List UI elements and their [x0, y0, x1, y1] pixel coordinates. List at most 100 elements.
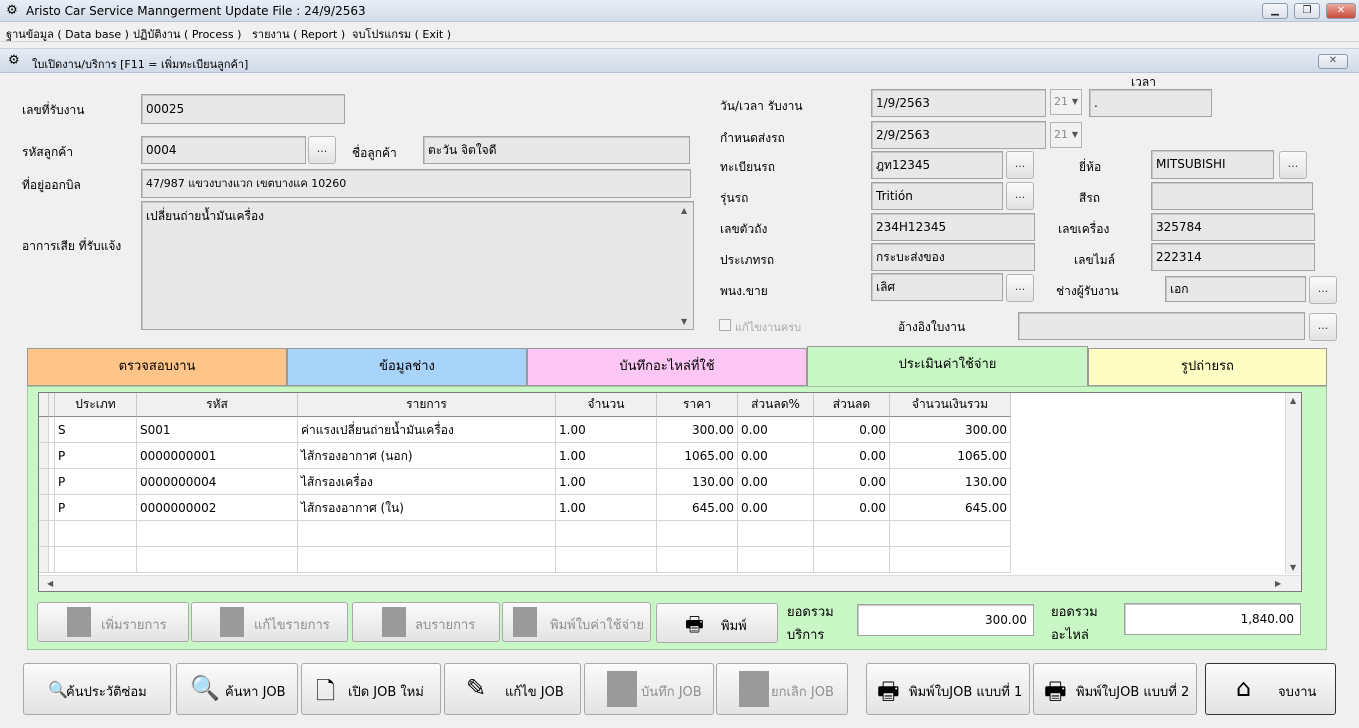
- edit-job-button[interactable]: ✎ แก้ไข JOB: [444, 663, 581, 715]
- row-selector[interactable]: [39, 469, 49, 495]
- reference-field[interactable]: [1018, 312, 1305, 340]
- receive-date-field[interactable]: 1/9/2563: [871, 89, 1046, 117]
- row-selector[interactable]: [39, 495, 49, 521]
- tab-car-photos[interactable]: รูปถ่ายรถ: [1088, 348, 1327, 386]
- col-header-discount-pct[interactable]: ส่วนลด%: [738, 393, 814, 417]
- cell-discount-pct[interactable]: 0.00: [738, 469, 814, 495]
- cell-qty[interactable]: 1.00: [556, 495, 657, 521]
- add-item-button[interactable]: เพิ่มรายการ: [37, 602, 189, 642]
- model-field[interactable]: Tritión: [871, 182, 1003, 210]
- cell-type[interactable]: [55, 521, 137, 547]
- menu-report[interactable]: รายงาน ( Report ): [252, 25, 345, 43]
- cell-type[interactable]: [55, 547, 137, 573]
- cell-item[interactable]: ไส้กรองอากาศ (นอก): [298, 443, 556, 469]
- save-job-button[interactable]: บันทึก JOB: [584, 663, 714, 715]
- cell-qty[interactable]: [556, 521, 657, 547]
- restore-button[interactable]: ❐: [1294, 3, 1320, 19]
- form-close-button[interactable]: ✕: [1318, 54, 1348, 69]
- cell-item[interactable]: ไส้กรองอากาศ (ใน): [298, 495, 556, 521]
- advisor-field[interactable]: เอก: [1165, 276, 1306, 302]
- cell-code[interactable]: 0000000001: [137, 443, 298, 469]
- print-button[interactable]: 🖶 พิมพ์: [656, 603, 778, 643]
- due-hour-combo[interactable]: 21 ▼: [1050, 122, 1082, 148]
- customer-code-field[interactable]: 0004: [141, 136, 306, 164]
- cell-code[interactable]: 0000000002: [137, 495, 298, 521]
- col-header-price[interactable]: ราคา: [657, 393, 738, 417]
- col-header-item[interactable]: รายการ: [298, 393, 556, 417]
- tab-technician[interactable]: ข้อมูลช่าง: [287, 348, 527, 386]
- textarea-scroll-up-icon[interactable]: ▲: [681, 206, 687, 215]
- grid-horizontal-scrollbar[interactable]: ◀ ▶: [39, 575, 1301, 591]
- customer-name-field[interactable]: ตะวัน จิตใจดี: [423, 136, 690, 164]
- receive-time-field[interactable]: .: [1089, 89, 1212, 117]
- due-date-field[interactable]: 2/9/2563: [871, 121, 1046, 149]
- cell-code[interactable]: 0000000004: [137, 469, 298, 495]
- grid-vertical-scrollbar[interactable]: ▲ ▼: [1285, 393, 1301, 574]
- new-job-button[interactable]: 🗋 เปิด JOB ใหม่: [301, 663, 441, 715]
- cell-code[interactable]: [137, 547, 298, 573]
- cell-discount[interactable]: 0.00: [814, 495, 890, 521]
- print-job-form2-button[interactable]: 🖶 พิมพ์ใบJOB แบบที่ 2: [1033, 663, 1197, 715]
- cell-qty[interactable]: 1.00: [556, 417, 657, 443]
- cell-price[interactable]: 1065.00: [657, 443, 738, 469]
- finish-job-button[interactable]: ⌂ จบงาน: [1205, 663, 1336, 715]
- cell-price[interactable]: [657, 521, 738, 547]
- cell-type[interactable]: S: [55, 417, 137, 443]
- row-selector[interactable]: [39, 443, 49, 469]
- textarea-scroll-down-icon[interactable]: ▼: [681, 317, 687, 326]
- salesperson-field[interactable]: เลิศ: [871, 273, 1003, 301]
- menu-database[interactable]: ฐานข้อมูล ( Data base ): [6, 25, 129, 43]
- scroll-left-icon[interactable]: ◀: [47, 579, 53, 588]
- col-header-type[interactable]: ประเภท: [55, 393, 137, 417]
- symptom-textarea[interactable]: เปลี่ยนถ่ายน้ำมันเครื่อง: [141, 201, 694, 330]
- cell-discount-pct[interactable]: [738, 521, 814, 547]
- cell-discount-pct[interactable]: 0.00: [738, 443, 814, 469]
- vehicle-type-field[interactable]: กระบะส่งของ: [871, 243, 1035, 271]
- tab-cost-estimate[interactable]: ประเมินค่าใช้จ่าย: [807, 346, 1088, 387]
- edit-item-button[interactable]: แก้ไขรายการ: [191, 602, 348, 642]
- cell-qty[interactable]: 1.00: [556, 469, 657, 495]
- cell-discount[interactable]: 0.00: [814, 469, 890, 495]
- row-selector[interactable]: [39, 521, 49, 547]
- cell-total[interactable]: [890, 521, 1011, 547]
- cell-discount-pct[interactable]: 0.00: [738, 417, 814, 443]
- tab-inspection[interactable]: ตรวจสอบงาน: [27, 348, 287, 386]
- cell-code[interactable]: S001: [137, 417, 298, 443]
- cell-type[interactable]: P: [55, 443, 137, 469]
- cell-price[interactable]: 130.00: [657, 469, 738, 495]
- cost-items-grid[interactable]: ประเภท รหัส รายการ จำนวน ราคา ส่วนลด% ส่…: [38, 392, 1302, 592]
- cell-code[interactable]: [137, 521, 298, 547]
- cell-price[interactable]: 300.00: [657, 417, 738, 443]
- cancel-job-button[interactable]: ยกเลิก JOB: [716, 663, 848, 715]
- plate-lookup-button[interactable]: ...: [1006, 151, 1034, 179]
- scroll-right-icon[interactable]: ▶: [1275, 579, 1281, 588]
- scroll-up-icon[interactable]: ▲: [1290, 396, 1296, 405]
- chassis-field[interactable]: 234H12345: [871, 213, 1035, 241]
- cell-discount[interactable]: [814, 521, 890, 547]
- cell-qty[interactable]: 1.00: [556, 443, 657, 469]
- minimize-button[interactable]: ▁: [1262, 3, 1288, 19]
- billing-address-field[interactable]: 47/987 แขวงบางแวก เขตบางแค 10260: [141, 169, 691, 198]
- model-lookup-button[interactable]: ...: [1006, 182, 1034, 210]
- advisor-lookup-button[interactable]: ...: [1309, 276, 1337, 304]
- customer-code-lookup-button[interactable]: ...: [308, 136, 336, 164]
- tab-parts-used[interactable]: บันทึกอะไหล่ที่ใช้: [527, 348, 807, 386]
- close-window-button[interactable]: ✕: [1326, 3, 1356, 19]
- cell-total[interactable]: 300.00: [890, 417, 1011, 443]
- print-job-form1-button[interactable]: 🖶 พิมพ์ใบJOB แบบที่ 1: [866, 663, 1030, 715]
- color-field[interactable]: [1151, 182, 1313, 210]
- row-selector[interactable]: [39, 547, 49, 573]
- brand-field[interactable]: MITSUBISHI: [1151, 150, 1274, 179]
- cell-item[interactable]: [298, 521, 556, 547]
- print-estimate-button[interactable]: พิมพ์ใบค่าใช้จ่าย: [502, 602, 651, 642]
- col-header-discount[interactable]: ส่วนลด: [814, 393, 890, 417]
- job-no-field[interactable]: 00025: [141, 94, 345, 124]
- cell-discount[interactable]: [814, 547, 890, 573]
- delete-item-button[interactable]: ลบรายการ: [352, 602, 500, 642]
- receive-hour-combo[interactable]: 21 ▼: [1050, 89, 1082, 115]
- col-header-total[interactable]: จำนวนเงินรวม: [890, 393, 1011, 417]
- cell-qty[interactable]: [556, 547, 657, 573]
- cell-price[interactable]: 645.00: [657, 495, 738, 521]
- cell-item[interactable]: ค่าแรงเปลี่ยนถ่ายน้ำมันเครื่อง: [298, 417, 556, 443]
- cell-discount[interactable]: 0.00: [814, 443, 890, 469]
